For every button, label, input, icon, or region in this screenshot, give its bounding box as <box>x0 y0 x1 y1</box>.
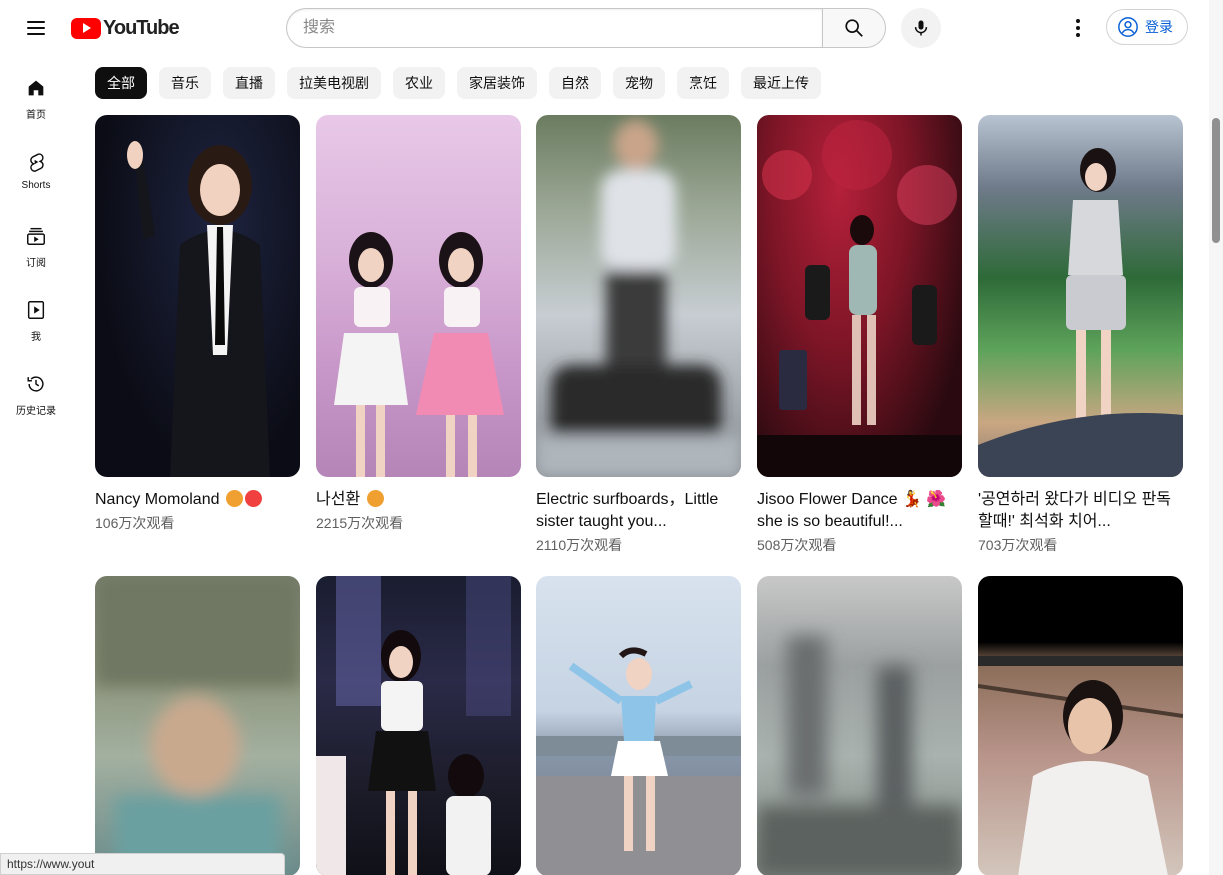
sidebar-item-subscriptions[interactable]: 订阅 <box>0 204 72 278</box>
sidebar-item-label: Shorts <box>21 180 51 191</box>
sidebar-item-home[interactable]: 首页 <box>0 56 72 130</box>
video-card[interactable]: Electric surfboards，Little sister taught… <box>536 115 741 555</box>
youtube-logo[interactable]: YouTube <box>71 16 180 40</box>
sidebar-item-history[interactable]: 历史记录 <box>0 352 72 426</box>
thumbnail-figure <box>127 140 270 477</box>
thumbnail-figure <box>536 120 741 477</box>
video-title: Jisoo Flower Dance 💃 🌺 she is so beautif… <box>757 491 947 530</box>
video-card[interactable] <box>95 576 300 875</box>
video-thumbnail[interactable] <box>978 115 1183 477</box>
video-card[interactable]: Jisoo Flower Dance 💃 🌺 she is so beautif… <box>757 115 962 555</box>
chip-agriculture[interactable]: 农业 <box>393 67 445 99</box>
video-card[interactable]: '공연하러 왔다가 비디오 판독 할때!' 최석화 치어... 703万次观看 <box>978 115 1183 555</box>
video-thumbnail[interactable] <box>95 576 300 875</box>
thumbnail-figure <box>95 576 300 875</box>
video-thumbnail[interactable] <box>757 115 962 477</box>
chip-nature[interactable]: 自然 <box>549 67 601 99</box>
emoji-icon <box>225 490 243 507</box>
menu-icon[interactable] <box>20 12 52 44</box>
signin-button[interactable]: 登录 <box>1106 9 1188 45</box>
category-chip-bar: 全部 音乐 直播 拉美电视剧 农业 家居装饰 自然 宠物 烹饪 最近上传 <box>95 67 821 99</box>
voice-search-button[interactable] <box>901 8 941 48</box>
youtube-play-icon <box>71 17 101 39</box>
view-count: 508万次观看 <box>757 537 837 553</box>
search-box <box>286 8 886 48</box>
thumbnail-figure <box>757 636 962 875</box>
thumbnail-figure <box>978 656 1183 875</box>
video-thumbnail[interactable] <box>978 576 1183 875</box>
view-count: 2110万次观看 <box>536 537 623 553</box>
video-card[interactable] <box>757 576 962 875</box>
thumbnail-figure <box>757 120 962 477</box>
chip-pets[interactable]: 宠物 <box>613 67 665 99</box>
video-title: '공연하러 왔다가 비디오 판독 할때!' 최석화 치어... <box>978 491 1172 530</box>
video-title: Electric surfboards，Little sister taught… <box>536 491 719 530</box>
sidebar-item-label: 历史记录 <box>16 406 56 417</box>
sidebar-item-label: 我 <box>31 332 41 343</box>
emoji-icon <box>244 490 262 507</box>
chip-live[interactable]: 直播 <box>223 67 275 99</box>
thumbnail-figure <box>536 647 741 875</box>
chip-home-decor[interactable]: 家居装饰 <box>457 67 537 99</box>
thumbnail-figure <box>334 232 504 477</box>
video-title: 나선환 <box>316 491 361 508</box>
sidebar-item-shorts[interactable]: Shorts <box>0 130 72 204</box>
video-thumbnail[interactable] <box>536 576 741 875</box>
logo-text: YouTube <box>103 16 180 39</box>
mini-guide: 首页 Shorts 订阅 我 历史记录 <box>0 56 72 426</box>
search-input[interactable] <box>286 8 822 48</box>
home-icon <box>28 80 44 96</box>
chip-cooking[interactable]: 烹饪 <box>677 67 729 99</box>
account-circle-icon <box>1118 17 1138 37</box>
history-icon <box>27 376 44 392</box>
video-thumbnail[interactable] <box>316 576 521 875</box>
chip-all[interactable]: 全部 <box>95 67 147 99</box>
video-card[interactable]: 나선환 2215万次观看 <box>316 115 521 533</box>
video-title: Nancy Momoland <box>95 491 220 508</box>
emoji-icon <box>366 490 384 507</box>
thumbnail-figure <box>978 148 1183 477</box>
video-card[interactable] <box>536 576 741 875</box>
chip-music[interactable]: 音乐 <box>159 67 211 99</box>
chip-recently-uploaded[interactable]: 最近上传 <box>741 67 821 99</box>
sidebar-item-label: 订阅 <box>26 258 46 269</box>
video-card[interactable] <box>978 576 1183 875</box>
view-count: 703万次观看 <box>978 537 1058 553</box>
subscriptions-icon <box>27 227 45 245</box>
video-thumbnail[interactable] <box>316 115 521 477</box>
video-card[interactable] <box>316 576 521 875</box>
search-icon <box>845 19 863 37</box>
video-card[interactable]: Nancy Momoland 106万次观看 <box>95 115 300 533</box>
scrollbar-thumb[interactable] <box>1212 118 1220 243</box>
microphone-icon <box>914 20 928 36</box>
sidebar-item-label: 首页 <box>26 110 46 121</box>
masthead: YouTube 登录 <box>0 0 1223 56</box>
settings-more-button[interactable] <box>1062 12 1094 44</box>
thumbnail-figure <box>316 576 511 875</box>
video-thumbnail[interactable] <box>95 115 300 477</box>
shorts-icon <box>30 153 44 172</box>
page-scrollbar[interactable] <box>1209 0 1223 875</box>
video-thumbnail[interactable] <box>536 115 741 477</box>
link-status-bar: https://www.yout <box>0 853 285 875</box>
chip-telenovelas[interactable]: 拉美电视剧 <box>287 67 381 99</box>
you-icon <box>27 301 45 319</box>
video-thumbnail[interactable] <box>757 576 962 875</box>
view-count: 106万次观看 <box>95 515 175 531</box>
view-count: 2215万次观看 <box>316 515 404 531</box>
sidebar-item-you[interactable]: 我 <box>0 278 72 352</box>
search-button[interactable] <box>822 8 886 48</box>
signin-label: 登录 <box>1145 19 1173 35</box>
